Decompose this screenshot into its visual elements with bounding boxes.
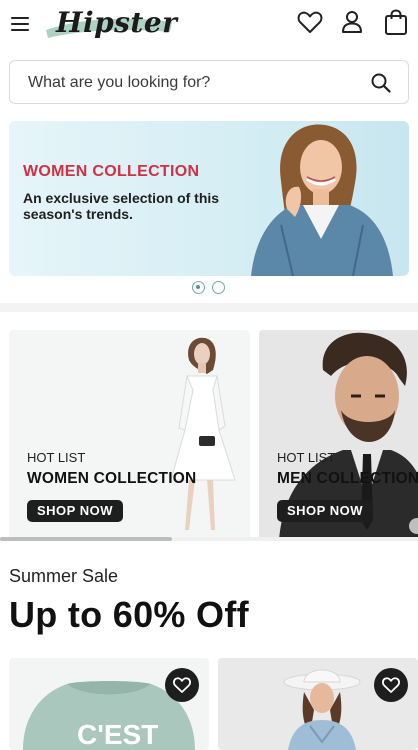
carousel-dot-2[interactable]	[212, 281, 225, 294]
shop-now-button[interactable]: SHOP NOW	[27, 500, 123, 522]
card-title: MEN COLLECTION	[277, 470, 418, 487]
account-user-icon[interactable]	[338, 8, 366, 36]
sale-title: Up to 60% Off	[9, 594, 249, 635]
section-divider	[0, 303, 418, 312]
carousel-dot-1[interactable]	[192, 281, 205, 294]
search-icon[interactable]	[370, 72, 392, 94]
search-input[interactable]	[28, 71, 358, 95]
carousel-scrollbar[interactable]	[0, 537, 418, 541]
search-bar	[9, 60, 409, 104]
hero-model-photo	[251, 124, 393, 276]
women-model-photo	[170, 337, 236, 530]
wishlist-heart-icon[interactable]	[374, 668, 408, 702]
card-title: WOMEN COLLECTION	[27, 470, 197, 487]
shirt-print-text: C'EST	[77, 719, 158, 750]
wishlist-heart-icon[interactable]	[296, 8, 324, 36]
hero-banner-slide[interactable]: WOMEN COLLECTION An exclusive selection …	[9, 121, 409, 276]
card-kicker: HOT LIST	[277, 450, 336, 465]
app-header: Hipster	[0, 0, 418, 48]
hero-title: WOMEN COLLECTION	[23, 163, 200, 180]
shop-now-button[interactable]: SHOP NOW	[277, 500, 373, 522]
menu-icon[interactable]	[10, 12, 32, 34]
hero-carousel-dots	[192, 281, 228, 295]
card-kicker: HOT LIST	[27, 450, 86, 465]
brand-logo[interactable]: Hipster	[40, 4, 178, 44]
sale-kicker: Summer Sale	[9, 566, 119, 586]
collection-card-women[interactable]: HOT LIST WOMEN COLLECTION SHOP NOW	[9, 330, 250, 540]
collection-card-men[interactable]: HOT LIST MEN COLLECTION SHOP NOW	[259, 330, 418, 540]
product-card[interactable]	[218, 658, 418, 750]
logo-text: Hipster	[56, 6, 178, 39]
hero-subtitle: An exclusive selection of this season's …	[23, 190, 220, 222]
product-card[interactable]: C'EST	[9, 658, 209, 750]
scrollbar-thumb[interactable]	[0, 537, 172, 541]
cart-bag-icon[interactable]	[382, 8, 410, 36]
wishlist-heart-icon[interactable]	[165, 668, 199, 702]
